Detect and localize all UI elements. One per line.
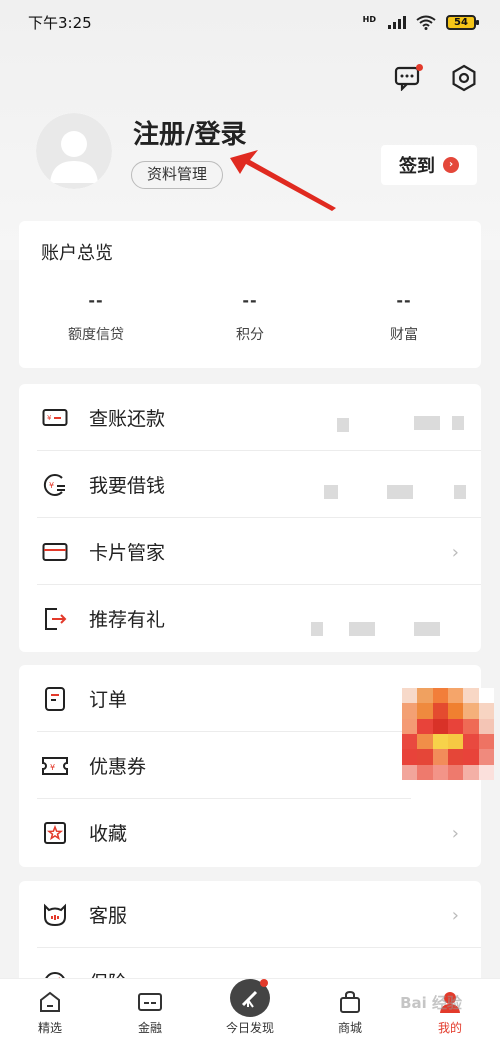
tab-home[interactable]: 精选 bbox=[0, 979, 100, 1042]
red-arrow-annotation bbox=[230, 150, 336, 211]
card-icon bbox=[41, 538, 69, 566]
finance-icon bbox=[137, 989, 163, 1015]
chevron-right-icon: › bbox=[443, 157, 459, 173]
battery-icon: 54 bbox=[446, 14, 479, 30]
message-button[interactable] bbox=[392, 62, 424, 94]
menu-item-bill[interactable]: ¥ 查账还款 bbox=[19, 384, 481, 451]
account-label: 额度信贷 bbox=[68, 327, 124, 343]
watermark: Bai 经验 bbox=[400, 994, 462, 1012]
chevron-right-icon: › bbox=[451, 542, 459, 563]
menu-label: 我要借钱 bbox=[89, 475, 166, 497]
menu-label: 收藏 bbox=[89, 823, 128, 845]
svg-text:¥: ¥ bbox=[50, 763, 55, 772]
shop-icon bbox=[337, 989, 363, 1015]
account-item-wealth[interactable]: -- 财富 bbox=[327, 291, 481, 344]
loan-icon: ¥ bbox=[41, 471, 69, 499]
menu-item-favorites[interactable]: 收藏 › bbox=[19, 799, 481, 866]
avatar[interactable] bbox=[36, 113, 112, 189]
tab-discover[interactable]: 今日发现 bbox=[200, 979, 300, 1042]
menu-label: 订单 bbox=[89, 689, 128, 711]
settings-icon bbox=[452, 64, 476, 92]
message-badge bbox=[416, 64, 423, 71]
menu-label: 推荐有礼 bbox=[89, 609, 166, 631]
account-item-points[interactable]: -- 积分 bbox=[173, 291, 327, 344]
menu-label: 客服 bbox=[89, 905, 128, 927]
tab-label: 商城 bbox=[337, 1021, 362, 1035]
signin-label: 签到 bbox=[399, 156, 435, 177]
tab-label: 金融 bbox=[137, 1021, 162, 1035]
account-label: 积分 bbox=[236, 327, 264, 343]
menu-label: 卡片管家 bbox=[89, 542, 166, 564]
user-placeholder-icon bbox=[36, 113, 112, 189]
settings-button[interactable] bbox=[448, 62, 480, 94]
status-bar: 下午3:25 HD 54 bbox=[0, 0, 500, 44]
svg-text:¥: ¥ bbox=[49, 481, 54, 490]
login-register-link[interactable]: 注册/登录 bbox=[133, 114, 247, 151]
finance-menu-card: ¥ 查账还款 ¥ 我要借钱 卡片管家 › 推荐有礼 bbox=[19, 384, 481, 652]
tab-label: 精选 bbox=[37, 1021, 62, 1035]
account-label: 财富 bbox=[390, 327, 418, 343]
gift-promo-icon[interactable] bbox=[402, 688, 494, 780]
service-icon bbox=[41, 901, 69, 929]
tab-label: 我的 bbox=[437, 1021, 462, 1035]
account-item-credit[interactable]: -- 额度信贷 bbox=[19, 291, 173, 344]
menu-label: 优惠券 bbox=[89, 756, 147, 778]
account-value: -- bbox=[88, 291, 104, 310]
account-overview-card: 账户总览 -- 额度信贷 -- 积分 -- 财富 bbox=[19, 221, 481, 368]
menu-item-referral[interactable]: 推荐有礼 bbox=[19, 585, 481, 652]
tab-shop[interactable]: 商城 bbox=[300, 979, 400, 1042]
order-icon bbox=[41, 685, 69, 713]
share-icon bbox=[41, 605, 69, 633]
profile-manage-button[interactable]: 资料管理 bbox=[131, 161, 224, 189]
tab-label: 今日发现 bbox=[225, 1021, 274, 1035]
menu-label: 查账还款 bbox=[89, 408, 166, 430]
menu-item-loan[interactable]: ¥ 我要借钱 bbox=[19, 451, 481, 518]
tab-finance[interactable]: 金融 bbox=[100, 979, 200, 1042]
svg-text:¥: ¥ bbox=[47, 414, 52, 422]
account-value: -- bbox=[242, 291, 258, 310]
status-time: 下午3:25 bbox=[28, 13, 92, 32]
chevron-right-icon: › bbox=[451, 823, 459, 844]
discover-badge bbox=[260, 979, 268, 987]
signal-icon bbox=[388, 15, 406, 29]
favorite-icon bbox=[41, 819, 69, 847]
chevron-right-icon: › bbox=[451, 905, 459, 926]
menu-item-card-manager[interactable]: 卡片管家 › bbox=[19, 518, 481, 585]
account-value: -- bbox=[396, 291, 412, 310]
wifi-icon bbox=[416, 15, 436, 30]
coupon-icon: ¥ bbox=[41, 752, 69, 780]
discover-icon bbox=[230, 979, 270, 1017]
home-icon bbox=[37, 989, 63, 1015]
menu-item-customer-service[interactable]: 客服 › bbox=[19, 881, 481, 948]
account-overview-title: 账户总览 bbox=[41, 243, 113, 264]
network-label: HD bbox=[362, 14, 376, 24]
bill-icon: ¥ bbox=[41, 404, 69, 432]
signin-button[interactable]: 签到 › bbox=[381, 145, 477, 185]
